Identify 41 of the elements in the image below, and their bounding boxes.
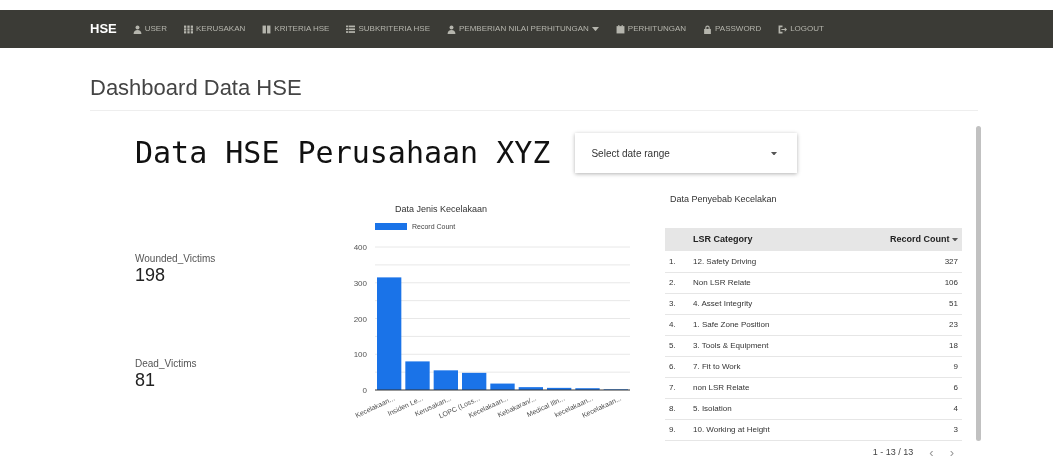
axis-label: 100 [353,350,367,360]
report-title: Data HSE Perusahaan XYZ [135,135,551,172]
table-cell: 7. Fit to Work [689,356,833,378]
row-number: 6. [665,356,689,378]
table-cell: 18 [832,335,962,357]
table-cell: 9 [832,356,962,378]
table-cell: 4 [832,398,962,420]
table-title: Data Penyebab Kecelakan [670,193,778,207]
table-cell: 51 [832,293,962,315]
scorecard-label: Wounded_Victims [135,252,217,267]
page-title: Dashboard Data HSE [90,75,303,102]
axis-label: 400 [353,242,367,252]
table-cell: 6 [832,377,962,399]
table-cell: 23 [832,314,962,336]
axis-label: 300 [353,278,367,288]
row-number: 7. [665,377,689,399]
table-cell: 3. Tools & Equipment [689,335,833,357]
table-cell: 3 [832,419,962,441]
table-cell: non LSR Relate [689,377,833,399]
row-number: 4. [665,314,689,336]
table-cell: 10. Working at Height [689,419,833,441]
table-cell: 1. Safe Zone Position [689,314,833,336]
scorecard-value: 198 [135,266,167,285]
table-cell: 12. Safety Driving [689,251,833,273]
row-number: 1. [665,251,689,273]
scorecard-value: 81 [135,371,157,390]
row-number: 8. [665,398,689,420]
table-cell: 106 [832,272,962,294]
scorecard-label: Dead_Victims [135,357,198,372]
axis-label: 200 [353,314,367,324]
row-number: 5. [665,335,689,357]
table-cell: 327 [832,251,962,273]
table-cell: 5. Isolation [689,398,833,420]
chart-title: Data Jenis Kecelakaan [395,203,489,217]
row-number: 3. [665,293,689,315]
table-cell: Non LSR Relate [689,272,833,294]
row-number: 9. [665,419,689,441]
row-number: 2. [665,272,689,294]
pagination-label: 1 - 13 / 13 [872,445,914,459]
axis-label: 0 [362,385,367,395]
table-cell: 4. Asset Integrity [689,293,833,315]
